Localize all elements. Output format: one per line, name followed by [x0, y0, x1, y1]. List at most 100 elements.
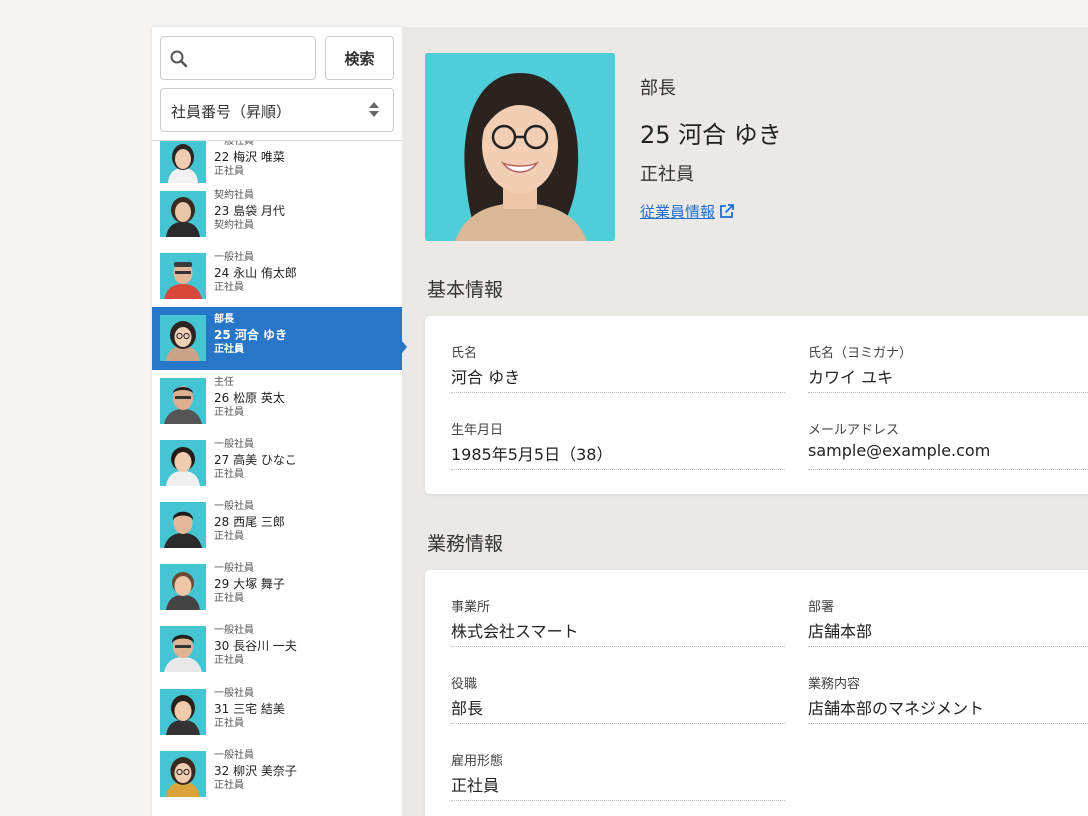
- employee-position: 一般社員: [214, 749, 254, 761]
- field-value: 河合 ゆき: [451, 368, 521, 387]
- basic-info-title: 基本情報: [427, 279, 504, 301]
- field-label: メールアドレス: [808, 423, 900, 438]
- employee-position: 一般社員: [214, 625, 254, 637]
- employee-position: 一般社員: [214, 438, 254, 450]
- field-label: 役職: [451, 677, 478, 692]
- field-value: カワイ ユキ: [808, 368, 894, 387]
- employee-list: 一般社員 22 梅沢 唯菜 正社員 契約社員 23 島袋 月代 契約社員 一般社…: [152, 141, 402, 805]
- employee-name: 22 梅沢 唯菜: [214, 150, 285, 164]
- search-icon: [170, 50, 188, 68]
- field-title: 役職 部長: [451, 673, 785, 724]
- field-employment-type: 雇用形態 正社員: [451, 750, 785, 801]
- employee-position: 一般社員: [214, 500, 254, 512]
- basic-info-card: 氏名 河合 ゆき 氏名（ヨミガナ） カワイ ユキ 生年月日 1985年5月5日（…: [425, 316, 1088, 494]
- field-value: 1985年5月5日（38）: [451, 445, 613, 464]
- avatar: [160, 315, 206, 362]
- employee-name: 32 柳沢 美奈子: [214, 763, 297, 778]
- employee-sidebar: 検索 社員番号（昇順） 一般社員 22 梅沢 唯菜 正社員 契約社員 23 島袋: [152, 27, 402, 816]
- employee-type: 正社員: [214, 779, 244, 791]
- employee-row[interactable]: 一般社員 29 大塚 舞子 正社員: [152, 556, 402, 618]
- employee-position: 主任: [214, 376, 234, 388]
- avatar: [160, 377, 206, 424]
- employee-row[interactable]: 一般社員 28 西尾 三郎 正社員: [152, 494, 402, 556]
- search-button[interactable]: 検索: [325, 36, 394, 80]
- field-value: 部長: [451, 699, 484, 718]
- employee-row[interactable]: 一般社員 24 永山 侑太郎 正社員: [152, 245, 402, 307]
- field-birthdate: 生年月日 1985年5月5日（38）: [451, 419, 785, 470]
- field-label: 雇用形態: [451, 754, 504, 769]
- employee-row[interactable]: 契約社員 23 島袋 月代 契約社員: [152, 183, 402, 245]
- field-office: 事業所 株式会社スマート: [451, 596, 785, 647]
- employee-name: 30 長谷川 一夫: [214, 639, 297, 654]
- selection-pointer: [402, 341, 407, 353]
- employee-name: 31 三宅 結美: [214, 701, 285, 716]
- employee-type: 正社員: [214, 468, 244, 480]
- avatar: [160, 253, 206, 300]
- sort-select-value: 社員番号（昇順）: [171, 103, 292, 121]
- employee-type: 正社員: [214, 593, 244, 605]
- employee-type: 正社員: [214, 406, 244, 418]
- employee-info-link[interactable]: 従業員情報: [640, 201, 734, 222]
- field-value: sample@example.com: [808, 441, 991, 460]
- employee-row[interactable]: 主任 26 松原 英太 正社員: [152, 370, 402, 432]
- profile-employment-type: 正社員: [640, 164, 694, 185]
- field-label: 氏名（ヨミガナ）: [808, 346, 913, 361]
- field-label: 部署: [808, 600, 835, 615]
- employee-name: 25 河合 ゆき: [214, 328, 288, 343]
- avatar: [160, 141, 206, 183]
- field-value: 株式会社スマート: [451, 622, 579, 641]
- field-department: 部署 店舗本部: [808, 596, 1088, 647]
- employee-type: 正社員: [214, 655, 244, 667]
- field-name-kana: 氏名（ヨミガナ） カワイ ユキ: [808, 342, 1088, 393]
- business-info-card: 事業所 株式会社スマート 部署 店舗本部 役職 部長 業務内容 店舗本部のマネジ…: [425, 570, 1088, 816]
- avatar: [160, 439, 206, 486]
- sort-select[interactable]: 社員番号（昇順）: [160, 88, 394, 132]
- profile-name: 25 河合 ゆき: [640, 121, 782, 149]
- employee-position: 契約社員: [214, 190, 254, 201]
- employee-row[interactable]: 一般社員 27 高美 ひなこ 正社員: [152, 432, 402, 494]
- list-controls: 検索 社員番号（昇順）: [152, 27, 402, 141]
- employee-type: 正社員: [214, 717, 244, 729]
- employee-name: 27 高美 ひなこ: [214, 452, 297, 467]
- field-label: 業務内容: [808, 677, 861, 692]
- employee-type: 契約社員: [214, 220, 254, 231]
- avatar: [160, 626, 206, 673]
- profile-position: 部長: [640, 78, 676, 99]
- external-link-icon: [720, 204, 734, 218]
- field-email: メールアドレス sample@example.com: [808, 419, 1088, 470]
- employee-info-link-label: 従業員情報: [640, 203, 716, 221]
- employee-row[interactable]: 一般社員 32 柳沢 美奈子 正社員: [152, 743, 402, 805]
- business-info-title: 業務情報: [427, 533, 504, 555]
- avatar: [160, 501, 206, 548]
- avatar: [160, 191, 206, 237]
- profile-photo: [425, 53, 615, 241]
- employee-type: 正社員: [214, 344, 244, 356]
- employee-name: 29 大塚 舞子: [214, 577, 285, 592]
- field-label: 氏名: [451, 346, 478, 361]
- employee-name: 28 西尾 三郎: [214, 514, 285, 529]
- field-label: 事業所: [451, 600, 491, 615]
- employee-detail: 部長 25 河合 ゆき 正社員 従業員情報 基本情報 氏名 河合 ゆき 氏名（ヨ…: [402, 27, 1088, 816]
- employee-name: 24 永山 侑太郎: [214, 266, 297, 281]
- employee-type: 正社員: [214, 530, 244, 542]
- employee-row[interactable]: 一般社員 31 三宅 結美 正社員: [152, 681, 402, 743]
- employee-name: 26 松原 英太: [214, 390, 285, 405]
- employee-row-selected[interactable]: 部長 25 河合 ゆき 正社員: [152, 307, 402, 370]
- employee-position: 一般社員: [214, 563, 254, 575]
- search-box[interactable]: [160, 36, 316, 80]
- employee-row[interactable]: 一般社員 30 長谷川 一夫 正社員: [152, 618, 402, 680]
- employee-type: 正社員: [214, 282, 244, 294]
- field-value: 店舗本部のマネジメント: [808, 699, 985, 718]
- select-arrows-icon: [369, 102, 379, 118]
- employee-name: 23 島袋 月代: [214, 204, 285, 218]
- field-value: 正社員: [451, 776, 500, 795]
- employee-position: 一般社員: [214, 687, 254, 699]
- search-input[interactable]: [191, 43, 309, 73]
- field-duties: 業務内容 店舗本部のマネジメント: [808, 673, 1088, 724]
- avatar: [160, 688, 206, 735]
- avatar: [160, 750, 206, 797]
- avatar: [160, 564, 206, 611]
- employee-type: 正社員: [214, 166, 244, 177]
- field-label: 生年月日: [451, 423, 504, 438]
- employee-row[interactable]: 一般社員 22 梅沢 唯菜 正社員: [152, 141, 402, 183]
